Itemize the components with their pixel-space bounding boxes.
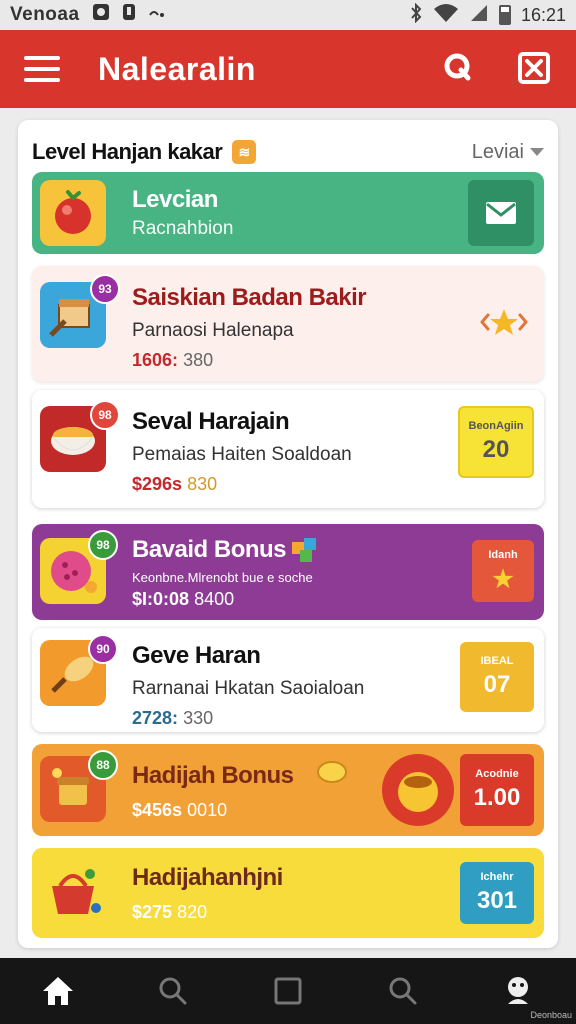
price-secondary: 820 xyxy=(177,902,208,922)
list-item-levcian[interactable]: Levcian Racnahbion xyxy=(32,172,544,254)
badge-count: 88 xyxy=(88,750,118,780)
home-icon[interactable] xyxy=(36,969,80,1013)
badge-count: 90 xyxy=(88,634,118,664)
price-primary: 2728: xyxy=(132,708,179,728)
panel-title: Level Hanjan kakar xyxy=(32,139,223,164)
status-bar: Venoaa 16:21 xyxy=(0,0,576,30)
row-subtitle: Keonbne.Mlrenobt bue e soche xyxy=(132,570,313,585)
price-secondary: 0010 xyxy=(187,800,228,820)
mail-button[interactable] xyxy=(468,180,534,246)
battery-icon xyxy=(498,5,511,25)
price-secondary: 8400 xyxy=(194,589,235,609)
row-subtitle: Parnaosi Halenapa xyxy=(132,320,294,341)
price-secondary: 330 xyxy=(183,708,214,728)
price-primary: 1606: xyxy=(132,350,179,370)
list-item-hadijahanhjni[interactable]: Hadijahanhjni $275 820 Ichehr 301 xyxy=(32,848,544,938)
price-secondary: 830 xyxy=(187,474,218,494)
level-select-value: Leviai xyxy=(471,140,524,163)
chevron-down-icon xyxy=(530,148,544,156)
row-subtitle: Racnahbion xyxy=(132,218,234,239)
search-icon[interactable] xyxy=(440,50,476,86)
app-bar: Nalearalin xyxy=(0,30,576,108)
price-primary: $296s xyxy=(132,474,183,494)
mail-icon xyxy=(486,202,516,224)
badge-count: 98 xyxy=(88,530,118,560)
main-panel: Level Hanjan kakar ≋ Leviai Levcian Racn… xyxy=(18,120,558,948)
level-tag[interactable]: BeonAgiin 20 xyxy=(458,406,534,478)
list-item-seval[interactable]: 98 Seval Harajain Pemaias Haiten Soaldoa… xyxy=(32,390,544,508)
row-title: Seval Harajain xyxy=(132,408,290,435)
carrier-name: Venoaa xyxy=(10,4,80,25)
basket-icon xyxy=(40,860,106,926)
star-icon[interactable] xyxy=(474,302,534,342)
list-item-saiskian[interactable]: 93 Saiskian Badan Bakir Parnaosi Halenap… xyxy=(32,266,544,382)
bonus-tag[interactable]: Idanh ★ xyxy=(472,540,534,602)
square-icon[interactable] xyxy=(266,969,310,1013)
row-subtitle: Pemaias Haiten Soaldoan xyxy=(132,444,352,465)
pot-icon xyxy=(382,754,454,826)
row-title: Bavaid Bonus xyxy=(132,536,287,563)
list-item-bavaid-bonus[interactable]: 98 Bavaid Bonus Keonbne.Mlrenobt bue e s… xyxy=(32,524,544,620)
level-tag[interactable]: Ichehr 301 xyxy=(460,862,534,924)
list-item-geve-haran[interactable]: 90 Geve Haran Rarnanai Hkatan Saoialoan … xyxy=(32,628,544,732)
coin-icon xyxy=(312,756,350,795)
bonus-tag[interactable]: Acodnie 1.00 xyxy=(460,754,534,826)
wifi-icon xyxy=(433,3,459,28)
row-price: 1606: 380 xyxy=(132,350,366,371)
app-title: Nalearalin xyxy=(98,50,256,87)
tag-label: Idanh xyxy=(488,548,518,561)
bottom-nav: Deonboau xyxy=(0,958,576,1024)
cast-icon xyxy=(148,4,166,26)
tomato-icon xyxy=(40,180,106,246)
notification-icon xyxy=(122,3,136,27)
menu-icon[interactable] xyxy=(24,56,60,82)
badge-count: 98 xyxy=(90,400,120,430)
tag-label: IBEAL xyxy=(480,655,514,667)
row-title: Hadijahanhjni xyxy=(132,864,283,891)
row-title: Saiskian Badan Bakir xyxy=(132,284,367,311)
row-price: $456s 0010 xyxy=(132,800,294,821)
row-price: $275 820 xyxy=(132,902,283,923)
tag-value: 07 xyxy=(483,671,511,698)
tag-value: 20 xyxy=(482,436,510,463)
badge-count: 93 xyxy=(90,274,120,304)
tag-value: 301 xyxy=(476,887,518,914)
status-time: 16:21 xyxy=(520,4,566,25)
photo-icon xyxy=(92,3,110,27)
row-title: Hadijah Bonus xyxy=(132,762,294,789)
level-tag[interactable]: IBEAL 07 xyxy=(460,642,534,712)
tag-value: ★ xyxy=(492,565,514,593)
signal-icon xyxy=(469,3,489,28)
search-icon[interactable] xyxy=(381,969,425,1013)
price-primary: $I:0:08 xyxy=(132,589,190,609)
row-subtitle: Rarnanai Hkatan Saoialoan xyxy=(132,678,365,699)
cube-icon xyxy=(288,532,322,571)
price-primary: $456s xyxy=(132,800,183,820)
level-select[interactable]: Leviai xyxy=(472,141,544,164)
tag-value: 1.00 xyxy=(473,784,521,811)
search-icon[interactable] xyxy=(151,969,195,1013)
panel-header: Level Hanjan kakar ≋ Leviai xyxy=(32,132,544,172)
price-secondary: 380 xyxy=(183,350,214,370)
profile-icon[interactable] xyxy=(496,969,540,1013)
bluetooth-icon xyxy=(409,2,423,28)
nav-caption: Deonboau xyxy=(530,1010,572,1020)
price-primary: $275 xyxy=(132,902,173,922)
row-title: Geve Haran xyxy=(132,642,261,669)
gift-icon: ≋ xyxy=(232,140,257,164)
row-price: $I:0:08 8400 xyxy=(132,589,313,610)
list-item-hadijah-bonus[interactable]: 88 Hadijah Bonus $456s 0010 Acodnie 1.00 xyxy=(32,744,544,836)
tag-label: BeonAgiin xyxy=(468,420,524,432)
row-price: $296s 830 xyxy=(132,474,352,495)
tag-label: Acodnie xyxy=(475,768,519,780)
tag-label: Ichehr xyxy=(480,871,514,883)
close-icon[interactable] xyxy=(516,50,552,86)
row-price: 2728: 330 xyxy=(132,708,364,729)
row-title: Levcian xyxy=(132,186,218,213)
